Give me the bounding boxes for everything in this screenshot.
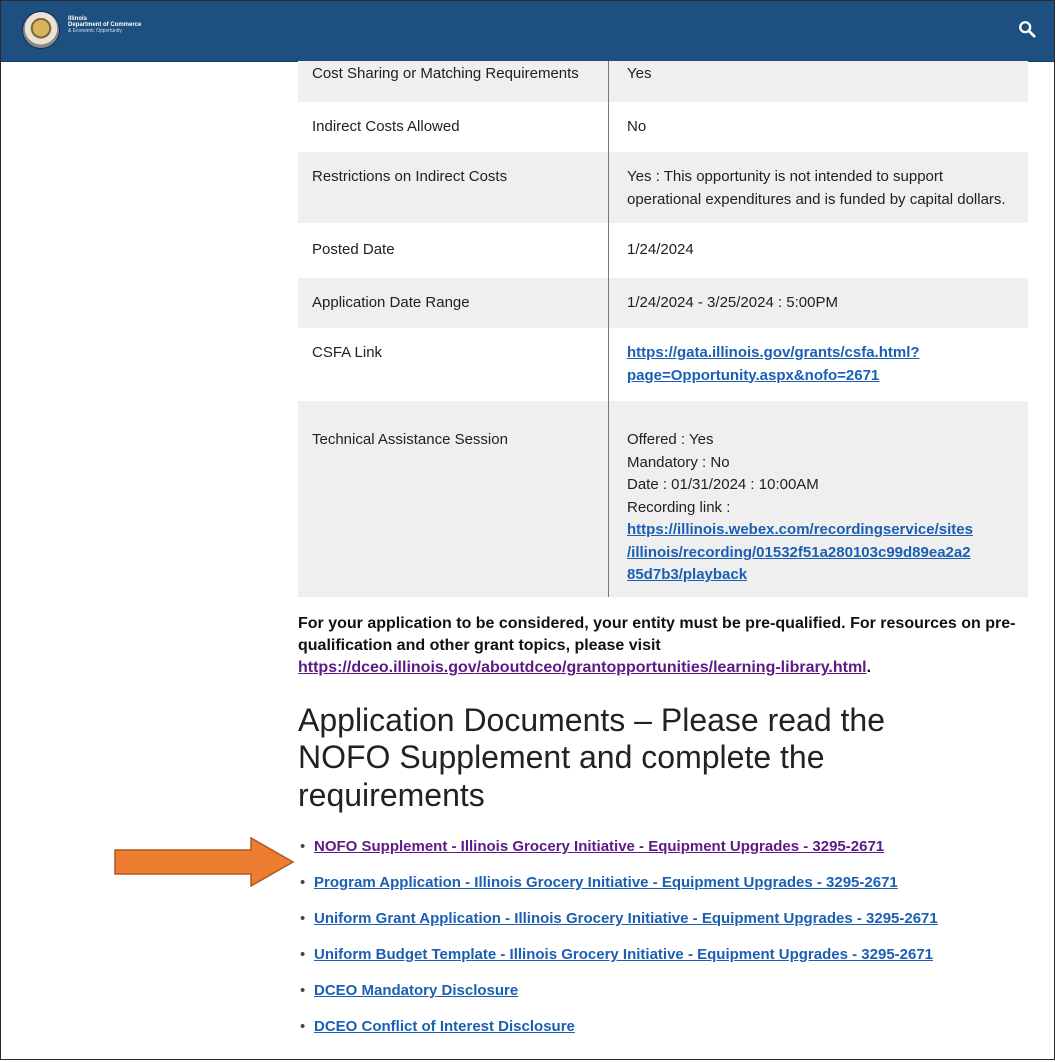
uniform-budget-template-link[interactable]: Uniform Budget Template - Illinois Groce… [314,946,933,963]
list-item: • Uniform Grant Application - Illinois Gr… [298,901,1028,937]
row-value: Yes : This opportunity is not intended t… [608,152,1028,223]
list-item: • Uniform Budget Template - Illinois Groc… [298,937,1028,973]
notice-period: . [866,659,872,677]
table-row: Restrictions on Indirect Costs Yes : Thi… [298,152,1028,223]
table-row: Technical Assistance Session Offered : Y… [298,401,1028,597]
table-row: Cost Sharing or Matching Requirements Ye… [298,61,1028,102]
row-label: CSFA Link [298,328,609,401]
bullet: • [300,1017,306,1035]
bullet: • [300,981,306,999]
learning-library-link[interactable]: https://dceo.illinois.gov/aboutdceo/gran… [298,659,867,676]
main-content: Cost Sharing or Matching Requirements Ye… [298,61,1028,1045]
table-row: Indirect Costs Allowed No [298,101,1028,152]
row-label: Posted Date [298,223,609,278]
table-row: Posted Date 1/24/2024 [298,223,1028,278]
application-documents-heading: Application Documents – Please read the … [298,701,886,814]
site-header: Illinois Department of Commerce & Econom… [1,1,1054,62]
notice-text: For your application to be considered, y… [298,614,1016,654]
mandatory-disclosure-link[interactable]: DCEO Mandatory Disclosure [314,982,518,999]
nofo-supplement-link[interactable]: NOFO Supplement - Illinois Grocery Initi… [314,838,884,855]
table-row: Application Date Range 1/24/2024 - 3/25/… [298,277,1028,328]
row-value: 1/24/2024 - 3/25/2024 : 5:00PM [608,277,1028,328]
opportunity-details-table: Cost Sharing or Matching Requirements Ye… [298,61,1028,597]
ta-recording-label: Recording link : [627,498,731,516]
recording-link-line-1: https://illinois.webex.com/recordingserv… [627,521,973,538]
row-label: Cost Sharing or Matching Requirements [298,61,609,102]
recording-link-line-2: /illinois/recording/01532f51a280103c99d8… [627,543,971,561]
ta-mandatory: Mandatory : No [627,453,730,471]
uniform-grant-application-link[interactable]: Uniform Grant Application - Illinois Gro… [314,910,938,927]
annotation-arrow-icon [114,837,295,887]
row-label: Technical Assistance Session [298,401,609,597]
row-label: Restrictions on Indirect Costs [298,152,609,223]
program-application-link[interactable]: Program Application - Illinois Grocery I… [314,874,898,891]
state-seal-icon[interactable] [23,12,59,48]
bullet: • [300,873,306,891]
application-documents-list: • NOFO Supplement - Illinois Grocery Init… [298,829,1028,1045]
ta-date: Date : 01/31/2024 : 10:00AM [627,476,819,493]
row-value: 1/24/2024 [608,223,1028,278]
row-value: Yes [608,61,1028,102]
list-item: • Program Application - Illinois Grocery … [298,865,1028,901]
row-label: Application Date Range [298,277,609,328]
search-icon[interactable] [1018,20,1036,38]
conflict-of-interest-link[interactable]: DCEO Conflict of Interest Disclosure [314,1018,575,1035]
site-logo[interactable]: Illinois Department of Commerce & Econom… [68,16,141,34]
logo-line-3: & Economic Opportunity [68,27,122,34]
row-value: No [608,101,1028,152]
list-item: • DCEO Mandatory Disclosure [298,973,1028,1009]
list-item: • DCEO Conflict of Interest Disclosure [298,1009,1028,1045]
recording-link-line-3: 85d7b3/playback [627,566,748,583]
browser-viewport: Illinois Department of Commerce & Econom… [0,0,1055,1060]
table-row: CSFA Link https://gata.illinois.gov/gran… [298,328,1028,401]
csfa-link[interactable]: https://gata.illinois.gov/grants/csfa.ht… [627,344,920,384]
prequalification-notice: For your application to be considered, y… [298,613,1028,680]
ta-offered: Offered : Yes [627,431,714,448]
row-value: https://gata.illinois.gov/grants/csfa.ht… [608,328,1028,401]
bullet: • [300,909,306,927]
list-item: • NOFO Supplement - Illinois Grocery Init… [298,829,1028,865]
row-label: Indirect Costs Allowed [298,101,609,152]
bullet: • [300,945,306,963]
csfa-link-line-1: https://gata.illinois.gov/grants/csfa.ht… [627,344,920,361]
row-value: Offered : Yes Mandatory : No Date : 01/3… [608,401,1028,597]
arrow-shape [114,837,295,887]
recording-link[interactable]: https://illinois.webex.com/recordingserv… [627,521,973,583]
csfa-link-line-2: page=Opportunity.aspx&nofo=2671 [627,366,880,384]
bullet: • [300,837,306,855]
